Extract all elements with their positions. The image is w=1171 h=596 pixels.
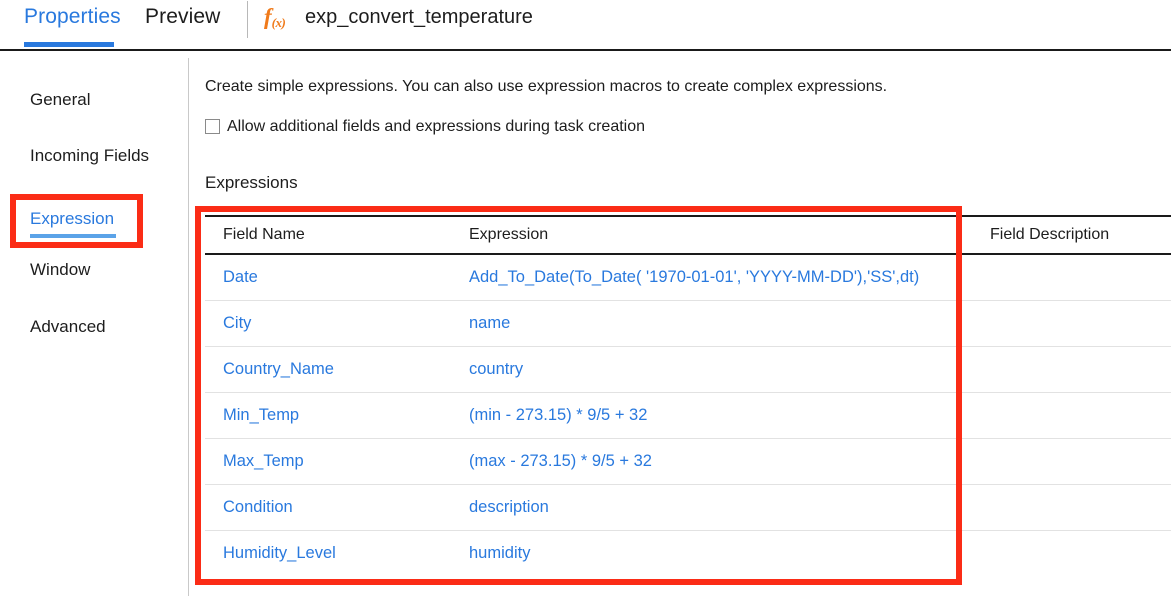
expression-transformation-panel: Properties Preview f(x) exp_convert_temp… [0,0,1171,596]
expressions-table-header: Field Name Expression Field Description [205,215,1171,255]
sidebar-item-incoming-fields[interactable]: Incoming Fields [30,145,149,167]
cell-expression[interactable]: Add_To_Date(To_Date( '1970-01-01', 'YYYY… [451,254,972,301]
expressions-table-body: Date Add_To_Date(To_Date( '1970-01-01', … [205,254,1171,576]
cell-expression[interactable]: country [451,346,972,393]
tabbar-divider [247,1,248,38]
cell-expression[interactable]: (max - 273.15) * 9/5 + 32 [451,438,972,485]
column-header-field-name[interactable]: Field Name [205,215,451,255]
cell-expression[interactable]: humidity [451,530,972,576]
cell-field-name[interactable]: Humidity_Level [205,530,451,576]
table-row[interactable]: Date Add_To_Date(To_Date( '1970-01-01', … [205,254,1171,301]
tab-bar: Properties Preview f(x) exp_convert_temp… [0,0,1171,51]
tab-properties[interactable]: Properties [24,0,121,38]
cell-field-description[interactable] [972,484,1171,531]
cell-field-description[interactable] [972,438,1171,485]
expressions-table: Field Name Expression Field Description … [205,215,1171,576]
cell-field-name[interactable]: Condition [205,484,451,531]
sidebar-item-advanced[interactable]: Advanced [30,316,106,338]
table-row[interactable]: Max_Temp (max - 273.15) * 9/5 + 32 [205,438,1171,485]
expression-content-panel: Create simple expressions. You can also … [188,51,1171,596]
cell-expression[interactable]: description [451,484,972,531]
expressions-section-heading: Expressions [205,173,298,192]
sidebar-item-window[interactable]: Window [30,259,90,281]
column-header-field-description[interactable]: Field Description [972,215,1171,255]
cell-field-description[interactable] [972,392,1171,439]
function-icon-subscript: (x) [271,15,286,30]
cell-field-name[interactable]: City [205,300,451,347]
document-title: exp_convert_temperature [305,6,533,28]
table-row[interactable]: City name [205,300,1171,347]
table-header-row: Field Name Expression Field Description [205,215,1171,255]
table-row[interactable]: Min_Temp (min - 273.15) * 9/5 + 32 [205,392,1171,439]
cell-expression[interactable]: (min - 273.15) * 9/5 + 32 [451,392,972,439]
cell-field-description[interactable] [972,300,1171,347]
tab-preview[interactable]: Preview [145,0,220,38]
intro-description: Create simple expressions. You can also … [205,78,888,95]
table-row[interactable]: Country_Name country [205,346,1171,393]
cell-field-name[interactable]: Country_Name [205,346,451,393]
table-row[interactable]: Condition description [205,484,1171,531]
cell-expression[interactable]: name [451,300,972,347]
column-header-expression[interactable]: Expression [451,215,972,255]
function-icon-glyph: f [264,4,272,29]
allow-additional-fields-checkbox[interactable] [205,119,220,134]
cell-field-name[interactable]: Date [205,254,451,301]
function-icon: f(x) [264,2,304,34]
sidebar-active-indicator [30,234,116,238]
cell-field-name[interactable]: Min_Temp [205,392,451,439]
cell-field-description[interactable] [972,254,1171,301]
cell-field-description[interactable] [972,346,1171,393]
sidebar-item-expression[interactable]: Expression [30,208,114,230]
allow-additional-fields-label: Allow additional fields and expressions … [227,118,646,135]
cell-field-description[interactable] [972,530,1171,576]
table-row[interactable]: Humidity_Level humidity [205,530,1171,576]
sidebar-item-general[interactable]: General [30,89,90,111]
cell-field-name[interactable]: Max_Temp [205,438,451,485]
active-tab-indicator [24,42,114,47]
sidebar: General Incoming Fields Expression Windo… [0,51,188,596]
